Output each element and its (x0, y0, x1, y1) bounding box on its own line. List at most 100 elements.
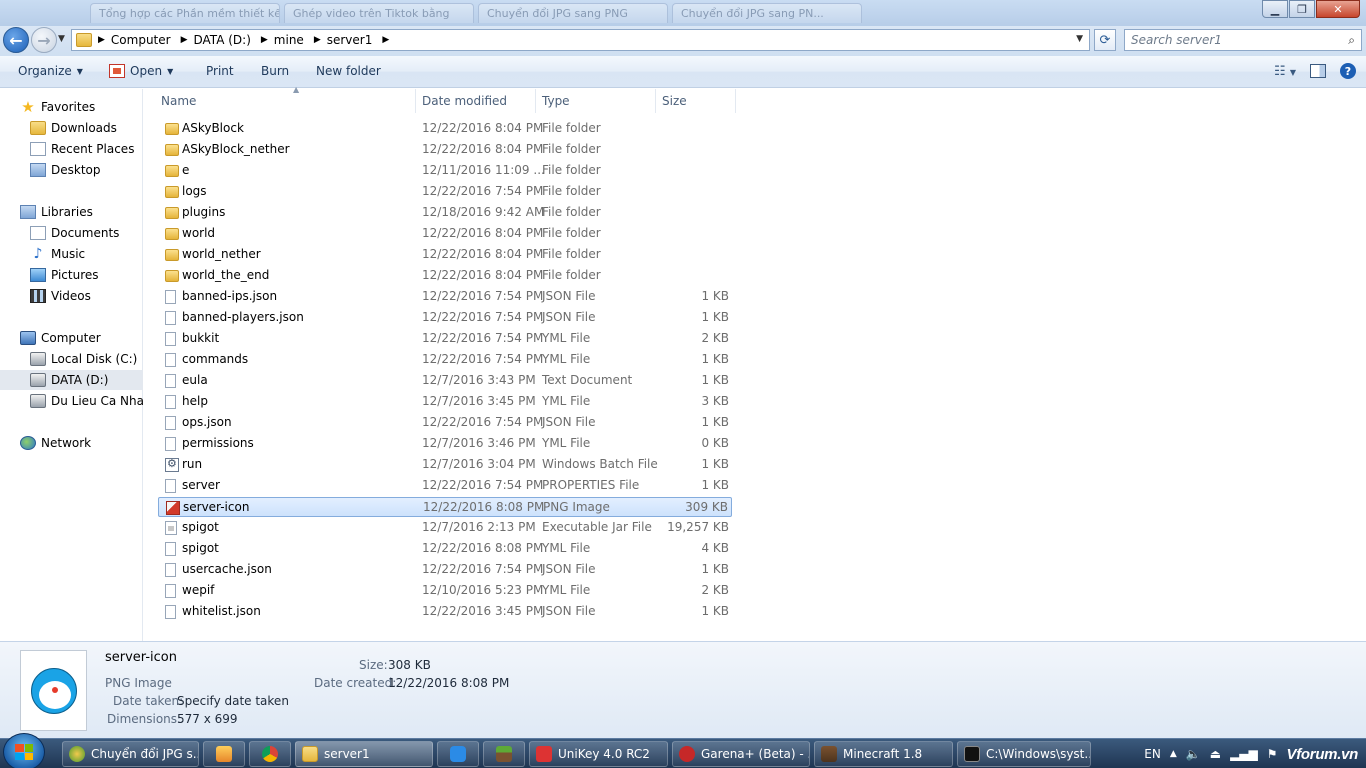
taskbar-minecraft-launcher[interactable] (483, 741, 525, 767)
network-icon (20, 436, 36, 450)
burn-button[interactable]: Burn (261, 64, 289, 78)
tray-expand-icon[interactable]: ▲ (1170, 749, 1177, 759)
nav-network[interactable]: Network (0, 433, 143, 453)
language-indicator[interactable]: EN (1144, 747, 1161, 761)
usb-icon[interactable]: ⏏ (1210, 747, 1221, 761)
nav-favorites[interactable]: ★ Favorites (0, 97, 143, 117)
file-row[interactable]: bukkit 12/22/2016 7:54 PM YML File 2 KB (158, 329, 732, 349)
minimize-button[interactable]: ▁ (1262, 0, 1288, 18)
taskbar-item-cmd[interactable]: C:\Windows\syst... (957, 741, 1091, 767)
nav-documents[interactable]: Documents (0, 223, 143, 243)
taskbar-item-garena[interactable]: Garena+ (Beta) - ... (672, 741, 810, 767)
nav-videos[interactable]: Videos (0, 286, 143, 306)
details-pane: server-icon PNG Image Date taken: Specif… (0, 641, 1366, 738)
file-row[interactable]: eula 12/7/2016 3:43 PM Text Document 1 KB (158, 371, 732, 391)
file-row[interactable]: world_the_end 12/22/2016 8:04 PM File fold… (158, 266, 732, 286)
nav-downloads[interactable]: Downloads (0, 118, 143, 138)
breadcrumb-server1[interactable]: server1 ▶ (327, 33, 396, 47)
file-row[interactable]: ASkyBlock 12/22/2016 8:04 PM File folder (158, 119, 732, 139)
file-row[interactable]: help 12/7/2016 3:45 PM YML File 3 KB (158, 392, 732, 412)
maximize-button[interactable]: ❐ (1289, 0, 1315, 18)
column-header-name[interactable]: Name ▲ (155, 85, 416, 113)
file-name: wepif (182, 583, 215, 597)
file-row[interactable]: plugins 12/18/2016 9:42 AM File folder (158, 203, 732, 223)
file-row[interactable]: ops.json 12/22/2016 7:54 PM JSON File 1 KB (158, 413, 732, 433)
pictures-icon (30, 268, 46, 282)
folder-icon (165, 186, 179, 198)
file-row[interactable]: ASkyBlock_nether 12/22/2016 8:04 PM File f… (158, 140, 732, 160)
file-row[interactable]: spigot 12/7/2016 2:13 PM Executable Jar Fi… (158, 518, 732, 538)
file-name: commands (182, 352, 249, 366)
forward-button[interactable]: → (31, 27, 57, 53)
file-date-modified: 12/11/2016 11:09 ... (422, 163, 545, 177)
file-row[interactable]: banned-players.json 12/22/2016 7:54 PM JSO… (158, 308, 732, 328)
help-icon[interactable]: ? (1340, 63, 1356, 79)
taskbar-item-unikey[interactable]: UniKey 4.0 RC2 (529, 741, 668, 767)
file-row[interactable]: usercache.json 12/22/2016 7:54 PM JSON Fil… (158, 560, 732, 580)
print-button[interactable]: Print (206, 64, 234, 78)
file-row[interactable]: server 12/22/2016 7:54 PM PROPERTIES File 1… (158, 476, 732, 496)
file-name: banned-players.json (182, 310, 304, 324)
volume-icon[interactable]: 🔈 (1186, 747, 1201, 761)
close-button[interactable]: ✕ (1316, 0, 1360, 18)
nav-computer[interactable]: Computer (0, 328, 143, 348)
breadcrumb-data-d[interactable]: DATA (D:) ▶ (194, 33, 274, 47)
nav-recent-places[interactable]: Recent Places (0, 139, 143, 159)
preview-pane-icon[interactable] (1310, 64, 1326, 78)
date-taken-value[interactable]: Specify date taken (177, 694, 289, 708)
file-icon (165, 395, 176, 409)
taskbar-item-browser-jpg[interactable]: Chuyển đổi JPG s... (62, 741, 199, 767)
refresh-button[interactable]: ⟳ (1094, 29, 1116, 51)
view-options-icon[interactable]: ☷ ▼ (1274, 64, 1296, 79)
taskbar-chrome[interactable] (249, 741, 291, 767)
flag-icon[interactable]: ⚑ (1267, 747, 1278, 761)
new-folder-button[interactable]: New folder (316, 64, 381, 78)
file-row[interactable]: logs 12/22/2016 7:54 PM File folder (158, 182, 732, 202)
nav-data-d[interactable]: DATA (D:) (0, 370, 143, 390)
address-dropdown[interactable]: ▼ (1076, 34, 1083, 44)
background-tab: Chuyển đổi JPG sang PN... (672, 3, 862, 23)
taskbar-media-player[interactable] (203, 741, 245, 767)
file-row[interactable]: whitelist.json 12/22/2016 3:45 PM JSON Fil… (158, 602, 732, 622)
open-button[interactable]: Open ▼ (109, 64, 173, 78)
file-date-modified: 12/22/2016 7:54 PM (422, 184, 544, 198)
file-row[interactable]: world_nether 12/22/2016 8:04 PM File folde… (158, 245, 732, 265)
taskbar-chat-app[interactable] (437, 741, 479, 767)
file-row[interactable]: run 12/7/2016 3:04 PM Windows Batch File 1 … (158, 455, 732, 475)
file-date-modified: 12/22/2016 7:54 PM (422, 289, 544, 303)
column-header-type[interactable]: Type (536, 89, 656, 113)
file-date-modified: 12/22/2016 3:45 PM (422, 604, 544, 618)
file-row[interactable]: world 12/22/2016 8:04 PM File folder (158, 224, 732, 244)
taskbar: Chuyển đổi JPG s... server1 UniKey 4.0 R… (0, 733, 1366, 768)
network-signal-icon[interactable]: ▂▄▆ (1230, 747, 1258, 761)
file-row[interactable]: e 12/11/2016 11:09 ... File folder (158, 161, 732, 181)
nav-music[interactable]: ♪ Music (0, 244, 143, 264)
nav-desktop[interactable]: Desktop (0, 160, 143, 180)
breadcrumb-computer[interactable]: Computer ▶ (111, 33, 194, 47)
taskbar-item-server1[interactable]: server1 (295, 741, 433, 767)
file-row[interactable]: banned-ips.json 12/22/2016 7:54 PM JSON Fi… (158, 287, 732, 307)
organize-button[interactable]: Organize ▼ (18, 64, 83, 78)
file-row[interactable]: commands 12/22/2016 7:54 PM YML File 1 KB (158, 350, 732, 370)
chrome-icon (262, 746, 278, 762)
file-row[interactable]: wepif 12/10/2016 5:23 PM YML File 2 KB (158, 581, 732, 601)
desktop-icon (30, 163, 46, 177)
back-button[interactable]: ← (3, 27, 29, 53)
taskbar-item-minecraft[interactable]: Minecraft 1.8 (814, 741, 953, 767)
column-header-size[interactable]: Size (656, 89, 736, 113)
file-type: Text Document (542, 373, 633, 387)
recent-pages-dropdown[interactable]: ▼ (58, 34, 65, 44)
breadcrumb-mine[interactable]: mine ▶ (274, 33, 327, 47)
file-row[interactable]: server-icon 12/22/2016 8:08 PM PNG Image 30… (158, 497, 732, 517)
search-input[interactable]: Search server1 ⌕ (1124, 29, 1362, 51)
search-icon: ⌕ (1348, 32, 1355, 47)
nav-local-disk-c[interactable]: Local Disk (C:) (0, 349, 143, 369)
address-bar[interactable]: ▶ Computer ▶ DATA (D:) ▶ mine ▶ server1 ▶ ▼ (71, 29, 1090, 51)
nav-libraries[interactable]: Libraries (0, 202, 143, 222)
column-header-date-modified[interactable]: Date modified (416, 89, 536, 113)
file-row[interactable]: permissions 12/7/2016 3:46 PM YML File 0 KB (158, 434, 732, 454)
nav-pictures[interactable]: Pictures (0, 265, 143, 285)
nav-du-lieu-ca-nhan[interactable]: Du Lieu Ca Nhan (0, 391, 152, 411)
file-row[interactable]: spigot 12/22/2016 8:08 PM YML File 4 KB (158, 539, 732, 559)
start-button[interactable] (3, 733, 45, 768)
